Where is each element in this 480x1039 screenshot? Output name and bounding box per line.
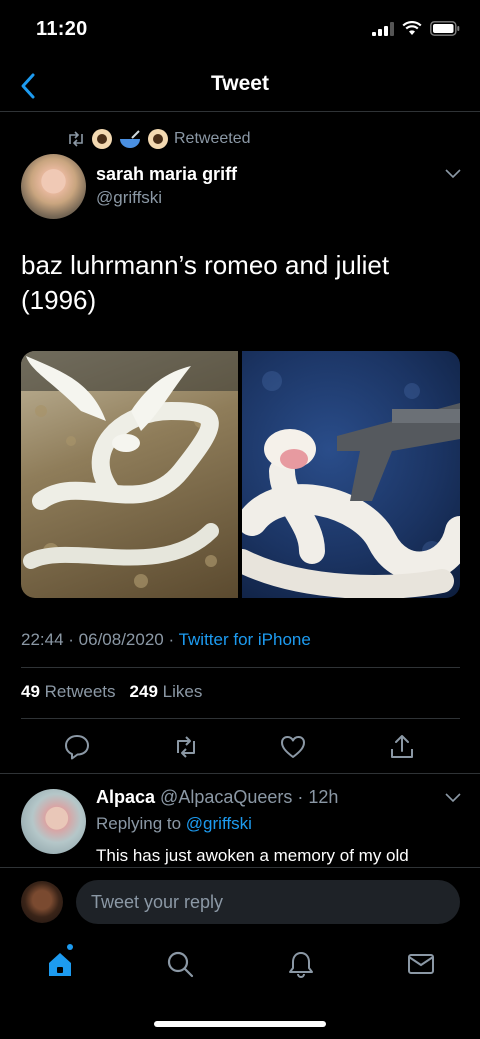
divider	[21, 718, 460, 719]
nav-bar: Tweet	[0, 60, 480, 112]
retweet-banner[interactable]: Retweeted	[66, 128, 251, 150]
replying-to: Replying to @griffski	[96, 814, 252, 834]
likes-label: Likes	[162, 682, 203, 701]
search-icon[interactable]	[165, 949, 195, 979]
tweet-meta: 22:44 · 06/08/2020 · Twitter for iPhone	[21, 630, 311, 650]
tweet-text: baz luhrmann’s romeo and juliet (1996)	[21, 250, 390, 315]
replying-to-label: Replying to	[96, 814, 182, 833]
reply-header: Alpaca @AlpacaQueers · 12h	[96, 787, 338, 808]
eye-icon	[92, 129, 112, 149]
snake-with-wings-image	[21, 351, 238, 588]
reply-input[interactable]: Tweet your reply	[76, 880, 460, 924]
replying-to-mention[interactable]: @griffski	[186, 814, 252, 833]
retweets-stat[interactable]: 49 Retweets	[21, 682, 116, 702]
tweet-actions	[0, 733, 480, 761]
messages-icon[interactable]	[406, 949, 436, 979]
retweets-count: 49	[21, 682, 40, 701]
status-time: 11:20	[36, 18, 88, 40]
chevron-down-icon[interactable]	[444, 168, 462, 180]
reply-age: 12h	[308, 787, 339, 807]
reply-text: This has just awoken a memory of my old	[96, 846, 409, 865]
bowl-icon	[120, 130, 140, 148]
wifi-icon	[402, 21, 422, 35]
meta-separator: ·	[292, 787, 309, 807]
battery-icon	[430, 21, 460, 36]
media-image-right[interactable]	[230, 351, 460, 598]
retweets-label: Retweets	[44, 682, 116, 701]
share-icon[interactable]	[388, 733, 416, 761]
author-handle[interactable]: @griffski	[96, 188, 162, 208]
author-avatar[interactable]	[21, 154, 86, 219]
author-name[interactable]: sarah maria griff	[96, 164, 237, 185]
eye-icon	[148, 129, 168, 149]
tweet-date: 06/08/2020	[78, 630, 164, 649]
likes-stat[interactable]: 249 Likes	[130, 682, 203, 702]
meta-separator: ·	[63, 630, 79, 649]
retweeted-label: Retweeted	[174, 130, 251, 147]
likes-count: 249	[129, 682, 158, 701]
tweet-source-link[interactable]: Twitter for iPhone	[179, 630, 311, 649]
media-image-left[interactable]	[21, 351, 238, 598]
retweet-icon[interactable]	[172, 733, 200, 761]
home-indicator[interactable]	[154, 1021, 326, 1027]
meta-separator: ·	[163, 630, 179, 649]
cellular-signal-icon	[372, 21, 394, 36]
like-icon[interactable]	[279, 733, 307, 761]
divider	[21, 667, 460, 668]
chevron-down-icon[interactable]	[444, 792, 462, 804]
notifications-icon[interactable]	[286, 949, 316, 979]
tweet-media[interactable]	[21, 351, 460, 598]
tweet-stats: 49 Retweets 249 Likes	[21, 682, 202, 702]
reply-author-handle[interactable]: @AlpacaQueers	[160, 787, 292, 807]
snake-with-gun-image	[230, 371, 460, 598]
compose-avatar	[21, 881, 63, 923]
tweet-time: 22:44	[21, 630, 64, 649]
status-icons	[372, 21, 460, 36]
reply-author-name[interactable]: Alpaca	[96, 787, 155, 807]
page-title: Tweet	[211, 72, 269, 95]
reply-icon[interactable]	[63, 733, 91, 761]
divider	[0, 773, 480, 774]
retweet-icon	[69, 131, 83, 147]
reply-avatar[interactable]	[21, 789, 86, 854]
home-unread-dot	[67, 944, 73, 950]
reply-composer: Tweet your reply	[0, 867, 480, 935]
status-bar: 11:20	[0, 0, 480, 60]
home-icon[interactable]	[45, 949, 75, 979]
